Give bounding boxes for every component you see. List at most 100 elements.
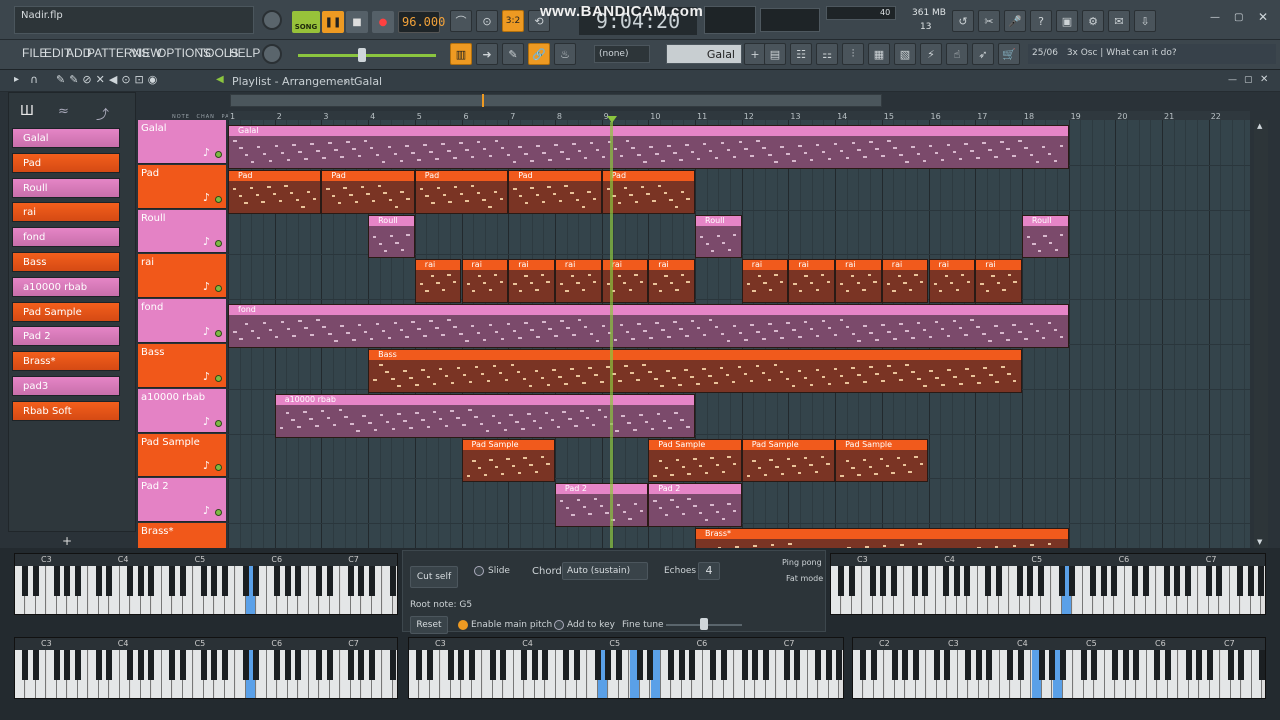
track-header[interactable]: rai ♪ — [138, 254, 226, 299]
black-key[interactable] — [358, 566, 364, 596]
track-mute-led[interactable] — [215, 329, 222, 337]
black-key[interactable] — [964, 566, 970, 596]
add-key-radio-icon[interactable] — [554, 620, 564, 630]
black-key[interactable] — [368, 566, 375, 596]
settings-icon[interactable]: ⚙ — [1082, 10, 1104, 32]
piano-keyboard[interactable]: C3 C4 C5 C6 C7 — [14, 553, 398, 615]
pattern-item[interactable]: Roull — [12, 177, 120, 198]
pattern-clip[interactable]: fond — [228, 304, 1069, 348]
automation-view-icon[interactable]: ⤴ — [96, 104, 109, 123]
track-header[interactable]: Pad 2 ♪ — [138, 478, 226, 523]
pattern-item[interactable]: rai — [12, 202, 120, 223]
track-mute-led[interactable] — [215, 419, 222, 427]
cut-self-button[interactable]: Cut self — [410, 566, 458, 588]
black-key[interactable] — [1132, 566, 1138, 596]
black-key[interactable] — [1100, 566, 1107, 596]
pattern-clip[interactable]: Roull — [368, 214, 415, 259]
black-key[interactable] — [458, 650, 464, 680]
black-key[interactable] — [1164, 650, 1171, 680]
black-key[interactable] — [106, 650, 112, 680]
pattern-item[interactable]: Pad — [12, 152, 120, 173]
mixer-icon[interactable]: ☷ — [790, 43, 812, 65]
black-key[interactable] — [211, 566, 217, 596]
black-key[interactable] — [689, 650, 695, 680]
black-key[interactable] — [912, 650, 919, 680]
black-key[interactable] — [1133, 650, 1139, 680]
touch-icon[interactable]: ☝ — [946, 43, 968, 65]
microphone-icon[interactable]: 🎤 — [1004, 10, 1026, 32]
black-key[interactable] — [127, 650, 133, 680]
playlist-overview-scroll[interactable] — [230, 94, 882, 107]
black-key[interactable] — [1259, 650, 1265, 680]
black-key[interactable] — [838, 566, 844, 596]
black-key[interactable] — [783, 650, 790, 680]
black-key[interactable] — [986, 650, 992, 680]
pattern-select[interactable]: Galal — [666, 44, 742, 64]
black-key[interactable] — [1112, 650, 1118, 680]
track-header[interactable]: Bass ♪ — [138, 344, 226, 388]
black-key[interactable] — [426, 650, 433, 680]
black-key[interactable] — [944, 650, 950, 680]
black-key[interactable] — [542, 650, 548, 680]
scroll-down-icon[interactable]: ▼ — [1257, 538, 1262, 546]
pattern-clip[interactable]: Pad — [414, 169, 509, 214]
black-key[interactable] — [1227, 650, 1234, 680]
pattern-clip[interactable]: Pad — [228, 169, 322, 214]
track-header[interactable]: fond ♪ — [138, 299, 226, 343]
pattern-clip[interactable]: a10000 rbab — [274, 393, 695, 438]
black-key[interactable] — [710, 650, 716, 680]
black-key[interactable] — [326, 650, 333, 680]
black-key[interactable] — [295, 650, 301, 680]
pattern-view-icon[interactable]: Ш — [20, 104, 34, 119]
black-key[interactable] — [358, 650, 364, 680]
playlist-close-icon[interactable]: ✕ — [1260, 74, 1268, 85]
black-key[interactable] — [933, 650, 940, 680]
black-key[interactable] — [891, 650, 898, 680]
pattern-item[interactable]: fond — [12, 227, 120, 248]
black-key[interactable] — [870, 650, 877, 680]
pattern-item[interactable]: Rbab Soft — [12, 400, 120, 421]
black-key[interactable] — [347, 566, 354, 596]
black-key[interactable] — [368, 650, 375, 680]
black-key[interactable] — [1238, 650, 1244, 680]
shop-icon[interactable]: 🛒 — [998, 43, 1020, 65]
minimize-icon[interactable]: — — [1210, 12, 1220, 23]
pattern-item[interactable]: Brass* — [12, 351, 120, 372]
piano-roll-icon[interactable]: ▥ — [450, 43, 472, 65]
track-mute-led[interactable] — [215, 374, 222, 382]
black-key[interactable] — [416, 650, 422, 680]
black-key[interactable] — [200, 650, 207, 680]
pattern-clip[interactable]: rai — [835, 259, 882, 304]
black-key[interactable] — [636, 650, 643, 680]
black-key[interactable] — [1206, 650, 1213, 680]
black-key[interactable] — [137, 566, 144, 596]
play-button[interactable]: ❚❚ — [322, 11, 344, 33]
black-key[interactable] — [573, 650, 580, 680]
black-key[interactable] — [274, 650, 280, 680]
pattern-item[interactable]: pad3 — [12, 376, 120, 396]
help-icon[interactable]: ? — [1030, 10, 1052, 32]
black-key[interactable] — [995, 566, 1002, 596]
undo-icon[interactable]: ↺ — [952, 10, 974, 32]
black-key[interactable] — [647, 650, 653, 680]
black-key[interactable] — [22, 566, 28, 596]
black-key[interactable] — [1258, 566, 1264, 596]
black-key[interactable] — [869, 566, 876, 596]
download-icon[interactable]: ⇩ — [1134, 10, 1156, 32]
black-key[interactable] — [74, 650, 81, 680]
black-key[interactable] — [74, 566, 81, 596]
black-key[interactable] — [1017, 650, 1024, 680]
close-icon[interactable]: ✕ — [1258, 10, 1268, 24]
scroll-up-icon[interactable]: ▲ — [1257, 122, 1262, 130]
black-key[interactable] — [1027, 566, 1033, 596]
maximize-icon[interactable]: ▢ — [1234, 12, 1243, 23]
playhead[interactable] — [606, 116, 617, 548]
black-key[interactable] — [1069, 566, 1075, 596]
black-key[interactable] — [720, 650, 727, 680]
black-key[interactable] — [1184, 566, 1191, 596]
track-mute-led[interactable] — [215, 240, 222, 248]
black-key[interactable] — [668, 650, 674, 680]
black-key[interactable] — [815, 650, 821, 680]
pattern-number-display[interactable]: 3:2 — [502, 10, 524, 32]
black-key[interactable] — [752, 650, 758, 680]
